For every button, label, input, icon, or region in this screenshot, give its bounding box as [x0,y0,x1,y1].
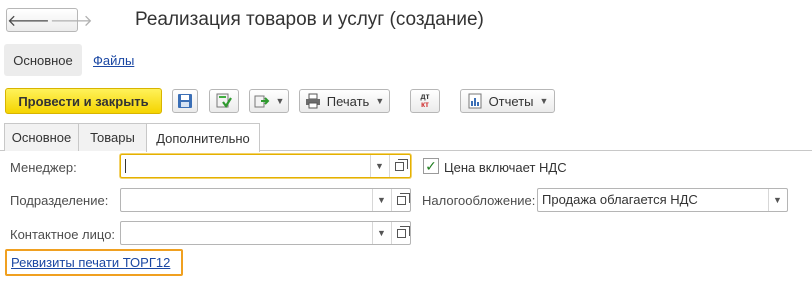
save-icon [178,94,192,108]
tab-goods[interactable]: Товары [78,123,147,151]
print-button-label: Печать [326,93,370,109]
post-and-close-button[interactable]: Провести и закрыть [5,88,162,114]
print-button[interactable]: Печать ▼ [299,89,390,113]
chevron-down-icon: ▼ [377,228,386,238]
save-button[interactable] [172,89,198,113]
chevron-down-icon: ▼ [773,195,782,205]
chevron-down-icon: ▼ [377,195,386,205]
manager-label: Менеджер: [10,160,77,175]
text-cursor [125,159,126,173]
print-details-link[interactable]: Реквизиты печати ТОРГ12 [11,255,170,270]
tab-main-page-label: Основное [13,52,73,68]
post-document-icon [216,93,232,108]
tab-additional[interactable]: Дополнительно [146,123,260,152]
tab-main-page[interactable]: Основное [4,44,82,76]
open-icon [395,158,408,171]
nav-buttons: 🡐 🡒 [6,8,93,32]
chevron-down-icon: ▼ [539,96,549,106]
contact-label: Контактное лицо: [10,227,116,242]
contact-field[interactable]: ▼ [120,221,411,245]
arrow-left-icon: 🡐 [7,12,50,30]
manager-field[interactable]: ▼ [120,154,411,178]
tab-main-label: Основное [11,130,72,145]
tab-additional-label: Дополнительно [156,130,250,146]
department-label: Подразделение: [10,193,109,208]
chevron-down-icon: ▼ [275,96,285,106]
tab-main[interactable]: Основное [4,123,79,151]
reports-button[interactable]: Отчеты ▼ [460,89,555,113]
chevron-down-icon: ▼ [375,161,384,171]
printer-icon [305,93,320,109]
reports-icon [468,93,482,109]
department-open-button[interactable] [391,189,411,211]
forward-button[interactable]: 🡒 [50,9,93,31]
kt-label: кт [421,100,429,109]
vat-included-label: Цена включает НДС [444,160,567,175]
tab-files-link[interactable]: Файлы [93,53,134,68]
department-dropdown-button[interactable]: ▼ [372,189,390,211]
reports-button-label: Отчеты [488,93,534,109]
create-based-on-icon [254,95,269,108]
manager-open-button[interactable] [389,155,409,177]
arrow-right-icon: 🡒 [49,12,93,30]
department-field[interactable]: ▼ [120,188,411,212]
open-icon [397,225,410,238]
back-button[interactable]: 🡐 [7,9,50,31]
print-details-highlight: Реквизиты печати ТОРГ12 [5,249,183,276]
contact-open-button[interactable] [391,222,411,244]
page-title: Реализация товаров и услуг (создание) [135,9,484,30]
chevron-down-icon: ▼ [375,96,385,106]
vat-included-checkbox[interactable]: ✓ [423,158,439,174]
manager-dropdown-button[interactable]: ▼ [370,155,388,177]
post-button[interactable] [209,89,239,113]
taxation-field[interactable]: Продажа облагается НДС ▼ [537,188,788,212]
dt-kt-button[interactable]: дт кт [410,89,440,113]
checkmark-icon: ✓ [425,157,437,174]
taxation-label: Налогообложение: [422,193,536,208]
tab-goods-label: Товары [90,130,135,145]
create-based-on-button[interactable]: ▼ [249,89,289,113]
dt-kt-icon: дт кт [421,93,430,109]
taxation-dropdown-button[interactable]: ▼ [768,189,786,211]
taxation-value: Продажа облагается НДС [542,192,698,207]
open-icon [397,192,410,205]
contact-dropdown-button[interactable]: ▼ [372,222,390,244]
